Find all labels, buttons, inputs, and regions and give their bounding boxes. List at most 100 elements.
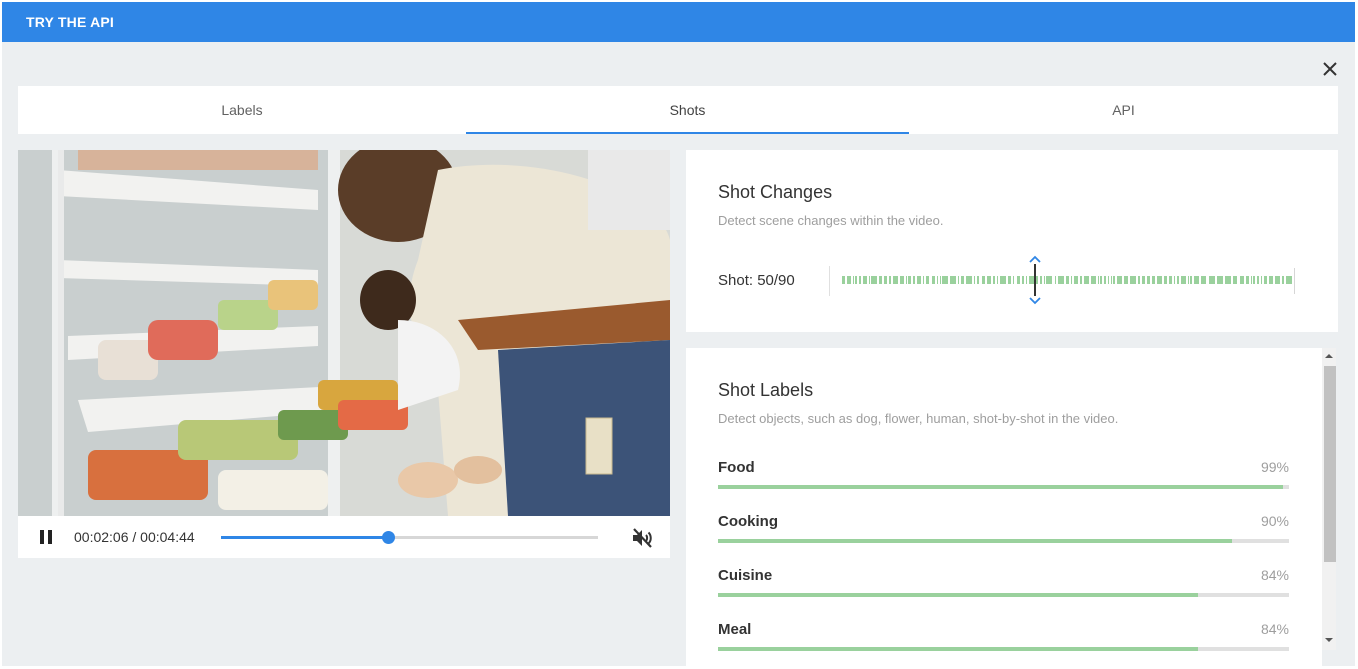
shot-segment[interactable] (913, 276, 915, 284)
shot-segment[interactable] (1013, 276, 1015, 284)
shot-segment[interactable] (892, 276, 898, 284)
shot-segment[interactable] (1275, 276, 1281, 284)
seek-handle[interactable] (382, 531, 396, 544)
shot-segment[interactable] (1112, 276, 1116, 284)
shot-segment[interactable] (884, 276, 887, 284)
label-row[interactable]: Cuisine 84% (718, 567, 1289, 597)
shot-segment[interactable] (1193, 276, 1199, 284)
shot-segment[interactable] (1022, 276, 1025, 284)
tab-labels[interactable]: Labels (18, 86, 466, 134)
shot-segment[interactable] (1110, 276, 1112, 284)
seek-bar[interactable] (221, 531, 598, 544)
shot-segment[interactable] (1129, 276, 1137, 284)
shot-segment[interactable] (960, 276, 964, 284)
shot-segment[interactable] (949, 276, 957, 284)
shot-segment[interactable] (1138, 276, 1141, 284)
shot-segment[interactable] (1054, 276, 1056, 284)
shot-segment[interactable] (1108, 276, 1110, 284)
shot-segment[interactable] (1268, 276, 1274, 284)
shot-segment[interactable] (906, 276, 907, 284)
shot-segment[interactable] (1200, 276, 1207, 284)
shot-segment[interactable] (973, 276, 975, 284)
shot-segment[interactable] (1190, 276, 1192, 284)
shot-segment[interactable] (1169, 276, 1172, 284)
shot-segment[interactable] (1091, 276, 1096, 284)
shot-segment[interactable] (1282, 276, 1284, 284)
shot-segment[interactable] (1285, 276, 1292, 284)
shot-segment[interactable] (1156, 276, 1163, 284)
shot-segment[interactable] (1079, 276, 1083, 284)
shot-segment[interactable] (1146, 276, 1150, 284)
shot-segment[interactable] (1180, 276, 1186, 284)
shot-segment[interactable] (1261, 276, 1263, 284)
shot-segment[interactable] (1142, 276, 1145, 284)
shot-segment[interactable] (941, 276, 948, 284)
shot-segment[interactable] (1008, 276, 1012, 284)
shot-segment[interactable] (958, 276, 960, 284)
shot-segment[interactable] (923, 276, 925, 284)
shot-segment[interactable] (1216, 276, 1223, 284)
shot-segment[interactable] (878, 276, 883, 284)
shot-segment[interactable] (939, 276, 941, 284)
close-button[interactable] (1318, 57, 1342, 81)
shot-segment[interactable] (1074, 276, 1078, 284)
label-row[interactable]: Food 99% (718, 459, 1289, 489)
shot-segment[interactable] (965, 276, 972, 284)
shot-segment[interactable] (931, 276, 935, 284)
scroll-down-icon[interactable] (1325, 636, 1333, 644)
scroll-thumb[interactable] (1324, 366, 1336, 562)
shot-segment[interactable] (1100, 276, 1102, 284)
shot-segment[interactable] (889, 276, 891, 284)
shot-segment[interactable] (1057, 276, 1064, 284)
shot-segment[interactable] (847, 276, 851, 284)
shot-segment[interactable] (852, 276, 854, 284)
shot-segment[interactable] (870, 276, 877, 284)
tab-api[interactable]: API (909, 86, 1338, 134)
shot-segment[interactable] (1123, 276, 1128, 284)
mute-button[interactable] (630, 526, 654, 550)
shot-segment[interactable] (1070, 276, 1072, 284)
shot-timeline[interactable] (842, 268, 1295, 294)
shot-segment[interactable] (1245, 276, 1250, 284)
video-frame[interactable] (18, 150, 670, 516)
shot-segment[interactable] (1239, 276, 1244, 284)
shot-segment[interactable] (1264, 276, 1267, 284)
shot-segment[interactable] (993, 276, 996, 284)
shot-segment[interactable] (1225, 276, 1231, 284)
scroll-up-icon[interactable] (1325, 352, 1333, 360)
labels-scrollbar[interactable] (1322, 348, 1336, 650)
shot-segment[interactable] (1044, 276, 1046, 284)
shot-segment[interactable] (1103, 276, 1107, 284)
shot-segment[interactable] (1097, 276, 1099, 284)
shot-segment[interactable] (1152, 276, 1155, 284)
shot-segment[interactable] (863, 276, 867, 284)
shot-marker[interactable] (1027, 254, 1043, 306)
shot-segment[interactable] (1251, 276, 1253, 284)
shot-segment[interactable] (1173, 276, 1176, 284)
shot-segment[interactable] (1065, 276, 1069, 284)
shot-segment[interactable] (936, 276, 938, 284)
shot-segment[interactable] (858, 276, 862, 284)
shot-segment[interactable] (916, 276, 922, 284)
shot-segment[interactable] (997, 276, 998, 284)
shot-segment[interactable] (1187, 276, 1189, 284)
shot-segment[interactable] (1232, 276, 1238, 284)
shot-segment[interactable] (908, 276, 912, 284)
shot-segment[interactable] (855, 276, 857, 284)
pause-button[interactable] (38, 529, 54, 545)
shot-segment[interactable] (1177, 276, 1179, 284)
shot-segment[interactable] (1117, 276, 1122, 284)
shot-segment[interactable] (842, 276, 846, 284)
shot-segment[interactable] (1164, 276, 1168, 284)
shot-segment[interactable] (1208, 276, 1215, 284)
shot-segment[interactable] (1046, 276, 1053, 284)
shot-segment[interactable] (987, 276, 992, 284)
shot-segment[interactable] (999, 276, 1007, 284)
shot-segment[interactable] (868, 276, 870, 284)
shot-segment[interactable] (1016, 276, 1021, 284)
shot-segment[interactable] (925, 276, 930, 284)
shot-segment[interactable] (1253, 276, 1256, 284)
shot-segment[interactable] (899, 276, 905, 284)
shot-segment[interactable] (976, 276, 980, 284)
tab-shots[interactable]: Shots (466, 86, 909, 134)
